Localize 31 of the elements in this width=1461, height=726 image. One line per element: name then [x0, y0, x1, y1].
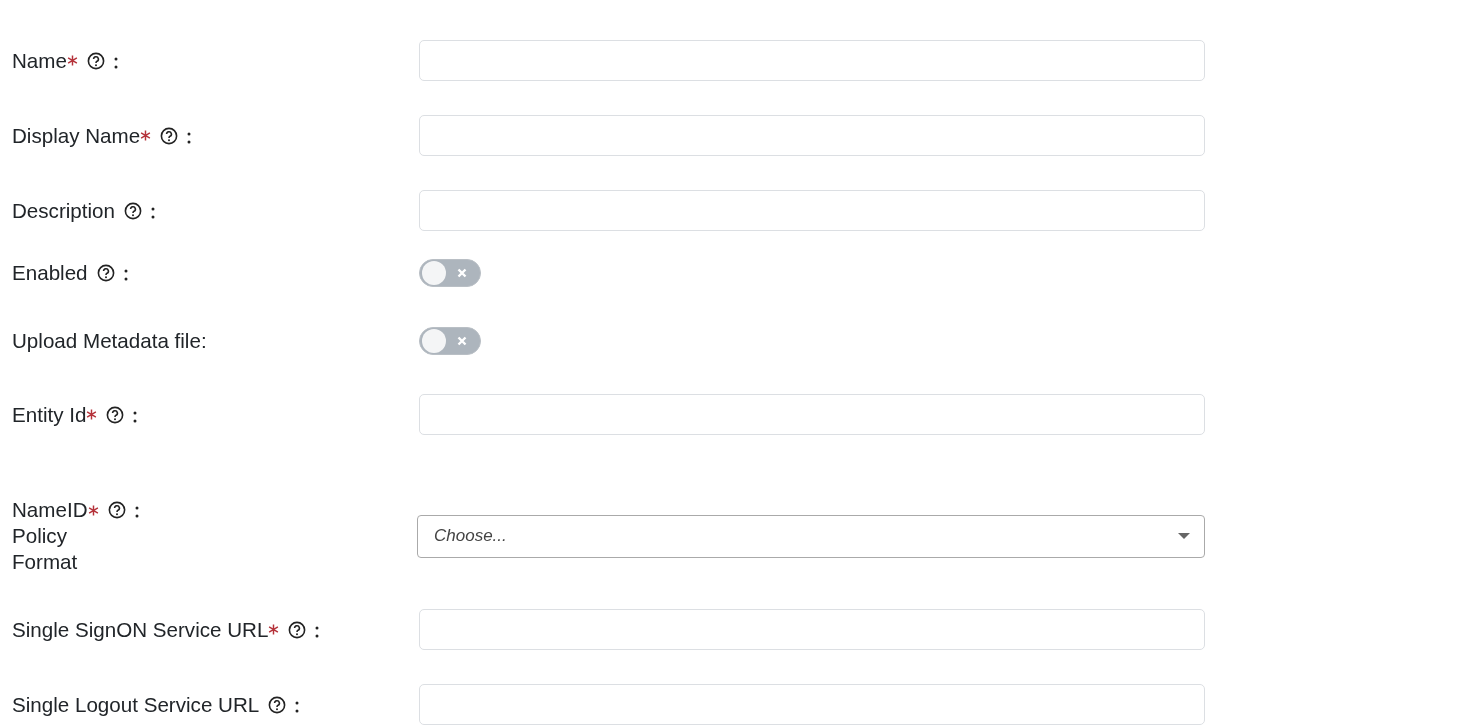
- text-input[interactable]: [419, 40, 1205, 81]
- text-input[interactable]: [419, 115, 1205, 156]
- help-icon[interactable]: [86, 51, 105, 70]
- field-label: Enabled: [12, 260, 88, 286]
- text-input[interactable]: [419, 684, 1205, 725]
- help-icon[interactable]: [106, 405, 125, 424]
- cross-icon: [456, 335, 468, 347]
- field-label: Entity Id: [12, 401, 87, 428]
- field-label: Name: [12, 47, 67, 74]
- field-label: Single Logout Service URL: [12, 691, 260, 718]
- toggle-switch[interactable]: [419, 327, 481, 355]
- toggle-switch[interactable]: [419, 259, 481, 287]
- help-icon[interactable]: [288, 620, 307, 639]
- field-label: Upload Metadata file:: [12, 328, 207, 354]
- cross-icon: [456, 267, 468, 279]
- select-dropdown[interactable]: Choose...: [417, 514, 1205, 558]
- field-label: Format: [12, 549, 79, 575]
- text-input[interactable]: [419, 190, 1205, 231]
- help-icon[interactable]: [268, 695, 287, 714]
- field-label: NameID: [12, 497, 88, 523]
- field-label: Policy: [12, 523, 68, 549]
- field-label: Single SignON Service URL: [12, 616, 269, 643]
- field-label: Display Name: [12, 122, 141, 149]
- help-icon[interactable]: [107, 501, 126, 519]
- help-icon[interactable]: [124, 201, 142, 220]
- field-label: Description: [12, 197, 115, 224]
- caret-icon: [1178, 533, 1190, 539]
- text-input[interactable]: [419, 609, 1205, 650]
- help-icon[interactable]: [160, 126, 179, 145]
- text-input[interactable]: [419, 394, 1205, 435]
- help-icon[interactable]: [96, 264, 115, 282]
